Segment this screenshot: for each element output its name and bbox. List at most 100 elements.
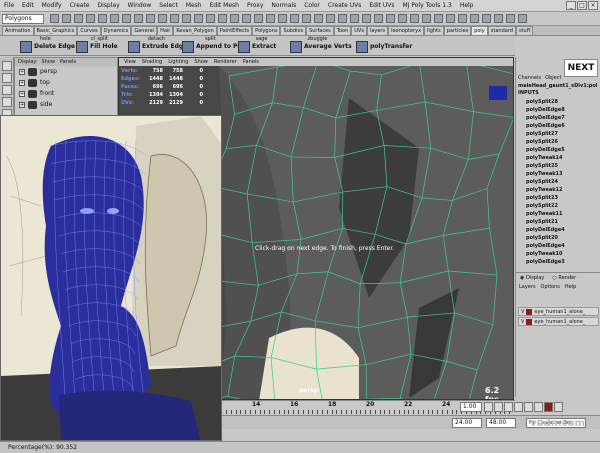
status-tool-icon[interactable] xyxy=(290,14,299,23)
visibility-toggle[interactable]: V xyxy=(521,309,524,315)
status-tool-icon[interactable] xyxy=(446,14,455,23)
status-tool-icon[interactable] xyxy=(158,14,167,23)
menu-item-mj-poly-tools-1-3[interactable]: MJ Poly Tools 1.3 xyxy=(399,2,456,9)
status-tool-icon[interactable] xyxy=(482,14,491,23)
shelf-tab-particles[interactable]: particles xyxy=(443,26,472,35)
shelf-tab-uvs[interactable]: UVs xyxy=(351,26,367,35)
expand-icon[interactable]: + xyxy=(19,101,25,108)
shelf-tab-surfaces[interactable]: Surfaces xyxy=(306,26,334,35)
status-tool-icon[interactable] xyxy=(458,14,467,23)
menu-item-create-uvs[interactable]: Create UVs xyxy=(324,2,365,9)
history-node[interactable]: polyDelEdge6 xyxy=(526,122,565,130)
status-tool-icon[interactable] xyxy=(422,14,431,23)
history-node[interactable]: polyDelEdge4 xyxy=(526,226,565,234)
expand-icon[interactable]: + xyxy=(19,90,25,97)
history-node[interactable]: polyTweak12 xyxy=(526,186,565,194)
history-node[interactable]: polySplit27 xyxy=(526,130,565,138)
status-tool-icon[interactable] xyxy=(302,14,311,23)
shelf-tab-animation[interactable]: Animation xyxy=(2,26,34,35)
delete-edge-button[interactable]: Delete Edge xyxy=(20,40,75,53)
menu-item-display[interactable]: Display xyxy=(94,2,124,9)
outliner-item-top[interactable]: + top xyxy=(15,77,117,88)
toolbox-tool-icon[interactable] xyxy=(2,97,12,107)
minimize-icon[interactable]: _ xyxy=(566,1,576,10)
go-to-end-icon[interactable] xyxy=(534,402,543,412)
layer-color-swatch[interactable] xyxy=(526,308,533,315)
toolbox-tool-icon[interactable] xyxy=(2,61,12,71)
status-tool-icon[interactable] xyxy=(410,14,419,23)
shelf-tab-standard[interactable]: standard xyxy=(487,26,516,35)
menu-item-proxy[interactable]: Proxy xyxy=(243,2,267,9)
status-tool-icon[interactable] xyxy=(506,14,515,23)
average-verts-button[interactable]: Average Verts xyxy=(290,40,352,53)
key-icon[interactable] xyxy=(544,402,553,412)
status-tool-icon[interactable] xyxy=(110,14,119,23)
status-tool-icon[interactable] xyxy=(326,14,335,23)
status-tool-icon[interactable] xyxy=(182,14,191,23)
status-tool-icon[interactable] xyxy=(314,14,323,23)
fill-hole-button[interactable]: Fill Hole xyxy=(76,40,118,53)
status-tool-icon[interactable] xyxy=(74,14,83,23)
menu-item-window[interactable]: Window xyxy=(124,2,156,9)
menu-item-help[interactable]: Help xyxy=(456,2,478,9)
tab-channels[interactable]: Channels xyxy=(518,75,541,81)
menu-item-select[interactable]: Select xyxy=(155,2,182,9)
menu-item-edit-uvs[interactable]: Edit UVs xyxy=(365,2,398,9)
tab-object[interactable]: Object xyxy=(545,75,561,81)
status-tool-icon[interactable] xyxy=(518,14,527,23)
menu-item-file[interactable]: File xyxy=(0,2,18,9)
extract-button[interactable]: Extract xyxy=(238,40,276,53)
status-tool-icon[interactable] xyxy=(122,14,131,23)
viewport-menu-shading[interactable]: Shading xyxy=(142,58,162,66)
history-node[interactable]: polyTweak13 xyxy=(526,170,565,178)
go-to-start-icon[interactable] xyxy=(484,402,493,412)
outliner-menu-show[interactable]: Show xyxy=(41,58,55,66)
layer-row[interactable]: Veye_human1_alone_ xyxy=(518,307,599,316)
status-tool-icon[interactable] xyxy=(398,14,407,23)
history-node[interactable]: polyDelEdge7 xyxy=(526,114,565,122)
expand-icon[interactable]: + xyxy=(19,68,25,75)
shelf-tab-layers[interactable]: layers xyxy=(366,26,389,35)
status-tool-icon[interactable] xyxy=(134,14,143,23)
range-start-field[interactable]: 24.00 xyxy=(452,418,482,428)
menu-set-dropdown[interactable]: Polygons xyxy=(2,14,44,24)
menu-item-create[interactable]: Create xyxy=(66,2,94,9)
status-tool-icon[interactable] xyxy=(386,14,395,23)
status-tool-icon[interactable] xyxy=(374,14,383,23)
viewport-menu-show[interactable]: Show xyxy=(194,58,208,66)
append-to-poly-button[interactable]: Append to Pol xyxy=(182,40,244,53)
viewport-menu-view[interactable]: View xyxy=(124,58,136,66)
menu-item-normals[interactable]: Normals xyxy=(267,2,300,9)
shelf-tab-curves[interactable]: Curves xyxy=(77,26,101,35)
prefs-icon[interactable] xyxy=(554,402,563,412)
shelf-tab-toon[interactable]: Toon xyxy=(333,26,352,35)
display-radio[interactable]: ◉ Display xyxy=(520,275,544,281)
history-node[interactable]: polySplit23 xyxy=(526,194,565,202)
menu-item-color[interactable]: Color xyxy=(300,2,324,9)
status-tool-icon[interactable] xyxy=(434,14,443,23)
history-node[interactable]: polyTweak10 xyxy=(526,250,565,258)
history-node[interactable]: polySplit28 xyxy=(526,98,565,106)
visibility-toggle[interactable]: V xyxy=(521,319,524,325)
status-tool-icon[interactable] xyxy=(170,14,179,23)
close-icon[interactable]: × xyxy=(588,1,598,10)
history-node[interactable]: polySplit26 xyxy=(526,138,565,146)
layer-menu-help[interactable]: Help xyxy=(565,284,576,290)
outliner-item-persp[interactable]: + persp xyxy=(15,66,117,77)
history-node[interactable]: polySplit20 xyxy=(526,234,565,242)
outliner-menu-display[interactable]: Display xyxy=(18,58,36,66)
status-tool-icon[interactable] xyxy=(206,14,215,23)
current-time-field[interactable]: 1.00 xyxy=(460,402,482,412)
shelf-tab-subdivs[interactable]: Subdivs xyxy=(280,26,307,35)
history-node[interactable]: polyTweak11 xyxy=(526,210,565,218)
history-node[interactable]: polySplit25 xyxy=(526,162,565,170)
poly-transfer-button[interactable]: polyTransfer xyxy=(356,40,412,53)
step-forward-icon[interactable] xyxy=(524,402,533,412)
viewport-menu-lighting[interactable]: Lighting xyxy=(168,58,188,66)
shelf-tab-kevan-polygon[interactable]: Kevan_Polygon xyxy=(173,26,217,35)
outliner-menu-panels[interactable]: Panels xyxy=(60,58,76,66)
status-tool-icon[interactable] xyxy=(254,14,263,23)
history-node[interactable]: polySplit22 xyxy=(526,202,565,210)
status-tool-icon[interactable] xyxy=(194,14,203,23)
shelf-tab-stuff[interactable]: stuff xyxy=(515,26,534,35)
